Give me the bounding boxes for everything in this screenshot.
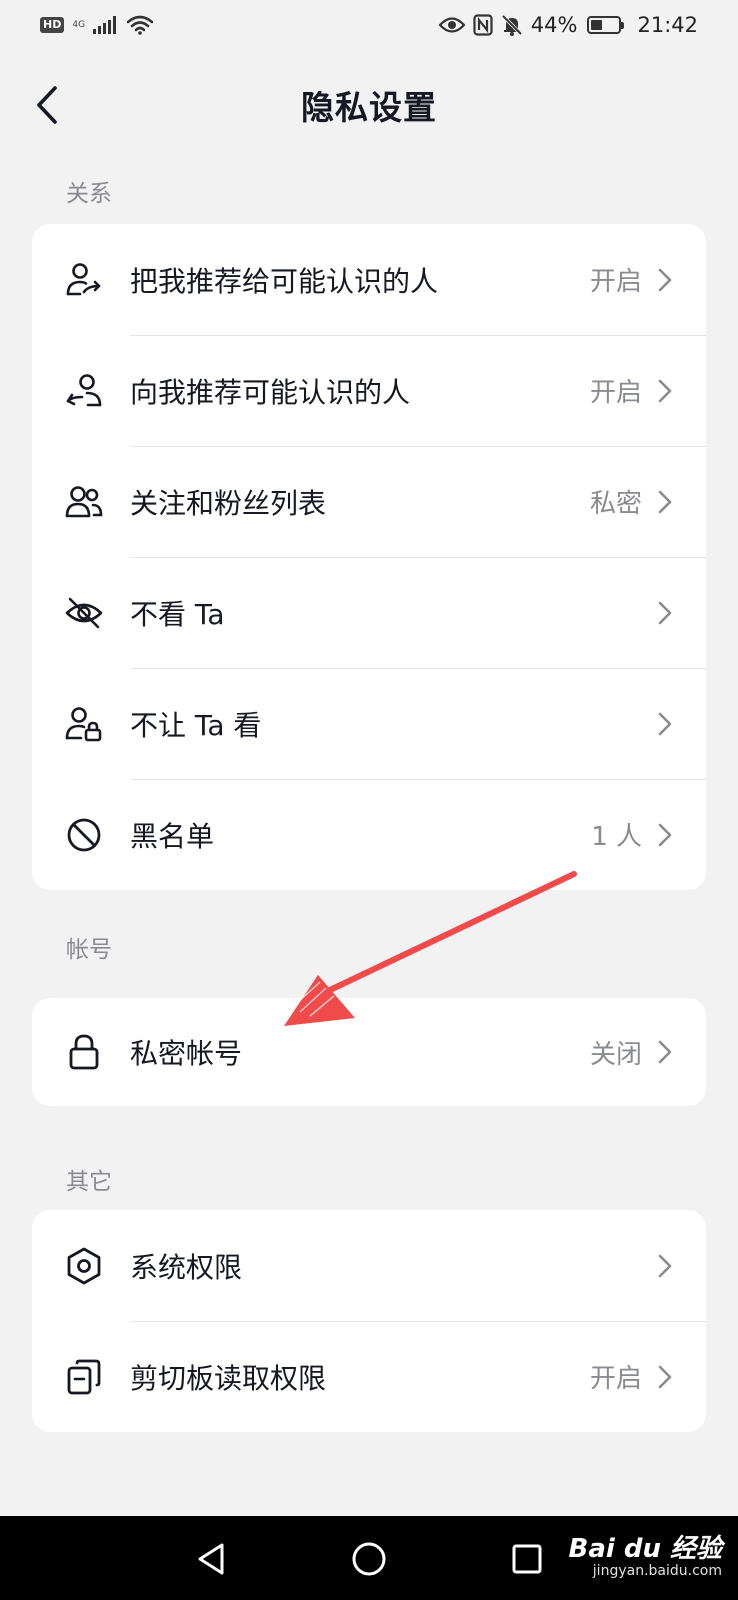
row-label: 私密帐号 <box>130 1037 243 1070</box>
chevron-right-icon <box>658 490 672 513</box>
account-card: 私密帐号 关闭 <box>32 998 706 1106</box>
relationship-card: 把我推荐给可能认识的人 开启 向我推荐可能认识的人 开启 关注和粉丝列表 私密 … <box>32 224 706 890</box>
blacklist-row[interactable]: 黑名单 1 人 <box>32 779 706 890</box>
chevron-right-icon <box>658 379 672 402</box>
status-bar-left: HD 4G <box>40 15 154 35</box>
mute-bell-icon <box>501 14 523 36</box>
triangle-back-icon <box>198 1543 224 1575</box>
hide-from-them-row[interactable]: 不让 Ta 看 <box>32 668 706 779</box>
clipboard-permission-row[interactable]: 剪切板读取权限 开启 <box>32 1321 706 1432</box>
status-bar: HD 4G 44% 21:42 <box>0 0 738 50</box>
person-lock-icon <box>65 706 102 741</box>
row-label: 黑名单 <box>130 819 215 853</box>
chevron-right-icon <box>658 268 672 291</box>
watermark: Bai du 经验 jingyan.baidu.com <box>569 1528 723 1579</box>
nfc-icon <box>473 14 493 36</box>
row-value: 开启 <box>589 267 642 297</box>
section-title-other: 其它 <box>66 1169 112 1195</box>
eye-off-icon <box>65 597 103 628</box>
row-label: 系统权限 <box>130 1250 243 1284</box>
network-type: 4G <box>72 19 86 30</box>
header: 隐私设置 <box>0 60 738 150</box>
block-icon <box>67 818 101 851</box>
wifi-icon <box>127 15 154 35</box>
chevron-right-icon <box>658 1365 672 1388</box>
row-label: 不看 Ta <box>130 597 225 631</box>
other-card: 系统权限 剪切板读取权限 开启 <box>32 1210 706 1432</box>
chevron-right-icon <box>658 823 672 846</box>
back-arrow-icon <box>37 86 57 124</box>
status-bar-right: 44% 21:42 <box>438 13 698 37</box>
recommend-me-to-others-row[interactable]: 把我推荐给可能认识的人 开启 <box>32 224 706 335</box>
row-label: 剪切板读取权限 <box>130 1361 327 1395</box>
page-title: 隐私设置 <box>301 88 437 127</box>
person-share-icon <box>66 262 101 295</box>
row-label: 向我推荐可能认识的人 <box>130 375 411 409</box>
chevron-right-icon <box>658 712 672 735</box>
eye-icon <box>438 17 465 33</box>
chevron-right-icon <box>658 1254 672 1277</box>
person-recommend-icon <box>66 373 102 406</box>
circle-home-icon <box>352 1542 386 1576</box>
watermark-url: jingyan.baidu.com <box>592 1563 722 1579</box>
signal-icon <box>93 16 117 34</box>
back-button[interactable] <box>24 82 70 128</box>
row-label: 把我推荐给可能认识的人 <box>130 264 439 298</box>
row-value: 关闭 <box>589 1039 642 1070</box>
following-followers-list-row[interactable]: 关注和粉丝列表 私密 <box>32 446 706 557</box>
lock-icon <box>69 1034 99 1070</box>
private-account-row[interactable]: 私密帐号 关闭 <box>32 998 706 1106</box>
recommend-to-me-row[interactable]: 向我推荐可能认识的人 开启 <box>32 335 706 446</box>
hd-icon: HD <box>40 17 65 33</box>
row-value: 开启 <box>589 378 642 408</box>
section-title-relationship: 关系 <box>66 181 112 207</box>
row-value: 1 人 <box>591 822 642 852</box>
clipboard-icon <box>67 1359 101 1394</box>
square-recents-icon <box>512 1544 542 1574</box>
nav-back-button[interactable] <box>188 1536 234 1582</box>
chevron-right-icon <box>658 1040 672 1064</box>
chevron-right-icon <box>658 601 672 624</box>
row-label: 关注和粉丝列表 <box>130 486 327 520</box>
nav-home-button[interactable] <box>346 1536 392 1582</box>
battery-percent: 44% <box>530 13 578 37</box>
section-title-account: 帐号 <box>66 937 112 963</box>
clock: 21:42 <box>637 13 698 37</box>
row-value: 私密 <box>589 489 642 519</box>
row-value: 开启 <box>589 1364 642 1394</box>
watermark-brand: Bai du 经验 <box>568 1534 723 1564</box>
hide-their-content-row[interactable]: 不看 Ta <box>32 557 706 668</box>
system-permissions-row[interactable]: 系统权限 <box>32 1210 706 1321</box>
nav-recents-button[interactable] <box>504 1536 550 1582</box>
battery-icon <box>587 16 625 34</box>
hexagon-settings-icon <box>67 1247 101 1284</box>
people-icon <box>65 485 103 517</box>
battery-level <box>591 20 603 30</box>
row-label: 不让 Ta 看 <box>130 708 262 742</box>
